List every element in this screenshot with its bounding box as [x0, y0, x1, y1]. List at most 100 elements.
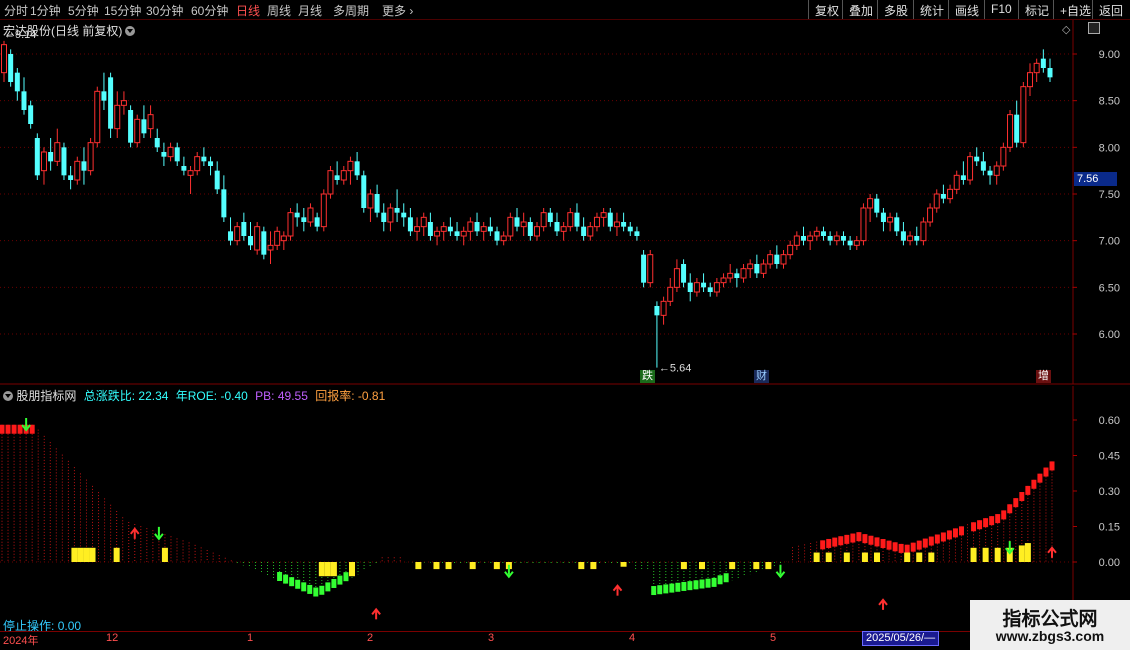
period-tab-1min[interactable]: 1分钟 [30, 2, 61, 19]
f10-button[interactable]: F10 [984, 0, 1018, 19]
osc-tip-block [699, 579, 705, 589]
back-button[interactable]: 返回 [1092, 0, 1129, 19]
candle-body-down [214, 170, 220, 190]
y-tick-label: 6.50 [1099, 282, 1120, 294]
candle-body-up [593, 216, 600, 228]
candle-body-down [574, 212, 580, 227]
date-label-jan: 1 [247, 632, 254, 644]
candle-body-up [480, 226, 487, 232]
candle-body-up [420, 216, 427, 228]
candle-body-up [767, 254, 774, 265]
current-date-label: 2025/05/26/— [862, 631, 940, 646]
draw-line-button[interactable]: 画线 [948, 0, 985, 19]
period-tab-month[interactable]: 月线 [298, 2, 322, 19]
period-tab-60min[interactable]: 60分钟 [191, 2, 228, 19]
candle-body-up [833, 235, 840, 242]
candle-body-down [607, 212, 613, 227]
osc-tip-block [977, 520, 983, 530]
yellow-bar [318, 562, 325, 577]
osc-tip-block [283, 574, 289, 584]
y-tick-label: 9.00 [1099, 49, 1120, 61]
osc-tip-block [301, 582, 307, 592]
candle-body-down [161, 152, 167, 157]
yellow-bar [620, 562, 627, 567]
diamond-icon[interactable]: ◇ [1062, 23, 1070, 36]
candle-body-down [21, 91, 27, 110]
period-tab-day[interactable]: 日线 [236, 2, 260, 19]
osc-tip-block [337, 575, 343, 585]
yellow-bar [433, 562, 440, 570]
yellow-bar [349, 562, 355, 577]
osc-tip-block [675, 582, 681, 592]
period-tab-week[interactable]: 周线 [267, 2, 291, 19]
yellow-bar [1018, 545, 1025, 562]
osc-tip-block [313, 587, 319, 597]
marker-die[interactable]: 跌 [640, 370, 655, 383]
multi-stock-button[interactable]: 多股 [877, 0, 914, 19]
statistics-button[interactable]: 统计 [913, 0, 950, 19]
stock-name-label: 宏达股份(日线 前复权) [3, 24, 123, 38]
candle-body-down [108, 77, 114, 129]
candle-body-down [681, 264, 687, 283]
low-price-label: ←5.64 [659, 363, 691, 375]
osc-tip-block [307, 584, 313, 594]
date-label-apr: 4 [629, 632, 636, 644]
marker-zeng[interactable]: 增 [1036, 370, 1051, 383]
restore-right-button[interactable]: 复权 [808, 0, 845, 19]
y-tick-label: 8.50 [1099, 96, 1120, 108]
period-tab-multi[interactable]: 多周期 [333, 2, 369, 19]
candle-body-down [547, 212, 553, 222]
indicator-chart[interactable]: 0.60 0.45 0.30 0.15 0.00 [0, 386, 1130, 631]
osc-tip-block [295, 579, 301, 589]
candle-body-up [720, 277, 727, 284]
candle-body-down [381, 212, 387, 222]
overlay-button[interactable]: 叠加 [842, 0, 879, 19]
yellow-bar [469, 562, 476, 570]
candle-body-up [267, 244, 274, 251]
candle-body-down [447, 226, 453, 232]
candle-body-down [494, 231, 500, 241]
yellow-bar [415, 562, 422, 570]
osc-tip-block [995, 514, 1001, 524]
candle-body-up [927, 207, 934, 223]
osc-tip-block [983, 518, 989, 528]
date-label-may: 5 [770, 632, 777, 644]
osc-tip-block [319, 585, 325, 595]
period-tab-more[interactable]: 更多 › [382, 2, 413, 19]
panel-toggle-icon[interactable] [1088, 22, 1100, 34]
main-chart-title[interactable]: 宏达股份(日线 前复权) [3, 22, 136, 39]
candle-body-down [374, 194, 380, 213]
period-tab-30min[interactable]: 30分钟 [146, 2, 183, 19]
candle-body-down [894, 217, 900, 232]
add-watchlist-button[interactable]: +自选 [1053, 0, 1097, 19]
candle-body-down [874, 198, 880, 213]
candlestick-chart[interactable]: 9.008.508.007.507.006.506.00←9.14←5.64 [0, 20, 1130, 386]
osc-tip-block [343, 572, 349, 582]
chevron-right-icon: › [406, 4, 414, 18]
candle-body-up [953, 174, 960, 190]
osc-tip-block [681, 581, 687, 591]
watermark-title: 指标公式网 [1002, 609, 1098, 630]
dropdown-icon[interactable] [125, 26, 136, 36]
yellow-bar [729, 562, 736, 570]
yellow-bar [445, 562, 452, 570]
dropdown-icon[interactable] [3, 391, 13, 401]
candle-body-down [248, 236, 254, 246]
candle-body-up [507, 216, 514, 237]
marker-cai[interactable]: 财 [754, 370, 769, 383]
indicator-name[interactable]: 股朋指标网 [16, 389, 76, 403]
osc-tip-block [850, 533, 856, 543]
period-tab-15min[interactable]: 15分钟 [104, 2, 141, 19]
mark-button[interactable]: 标记 [1018, 0, 1055, 19]
candle-body-up [167, 146, 174, 158]
osc-tip-block [663, 584, 669, 594]
candle-body-down [48, 152, 54, 162]
period-tab-5min[interactable]: 5分钟 [68, 2, 99, 19]
yellow-bar [843, 552, 850, 562]
candle-body-up [673, 268, 680, 288]
period-tab-fenshi[interactable]: 分时 [4, 2, 28, 19]
osc-tip-block [934, 534, 940, 544]
candle-body-up [1007, 114, 1014, 148]
candle-body-up [727, 272, 734, 279]
osc-tip-block [325, 582, 331, 592]
